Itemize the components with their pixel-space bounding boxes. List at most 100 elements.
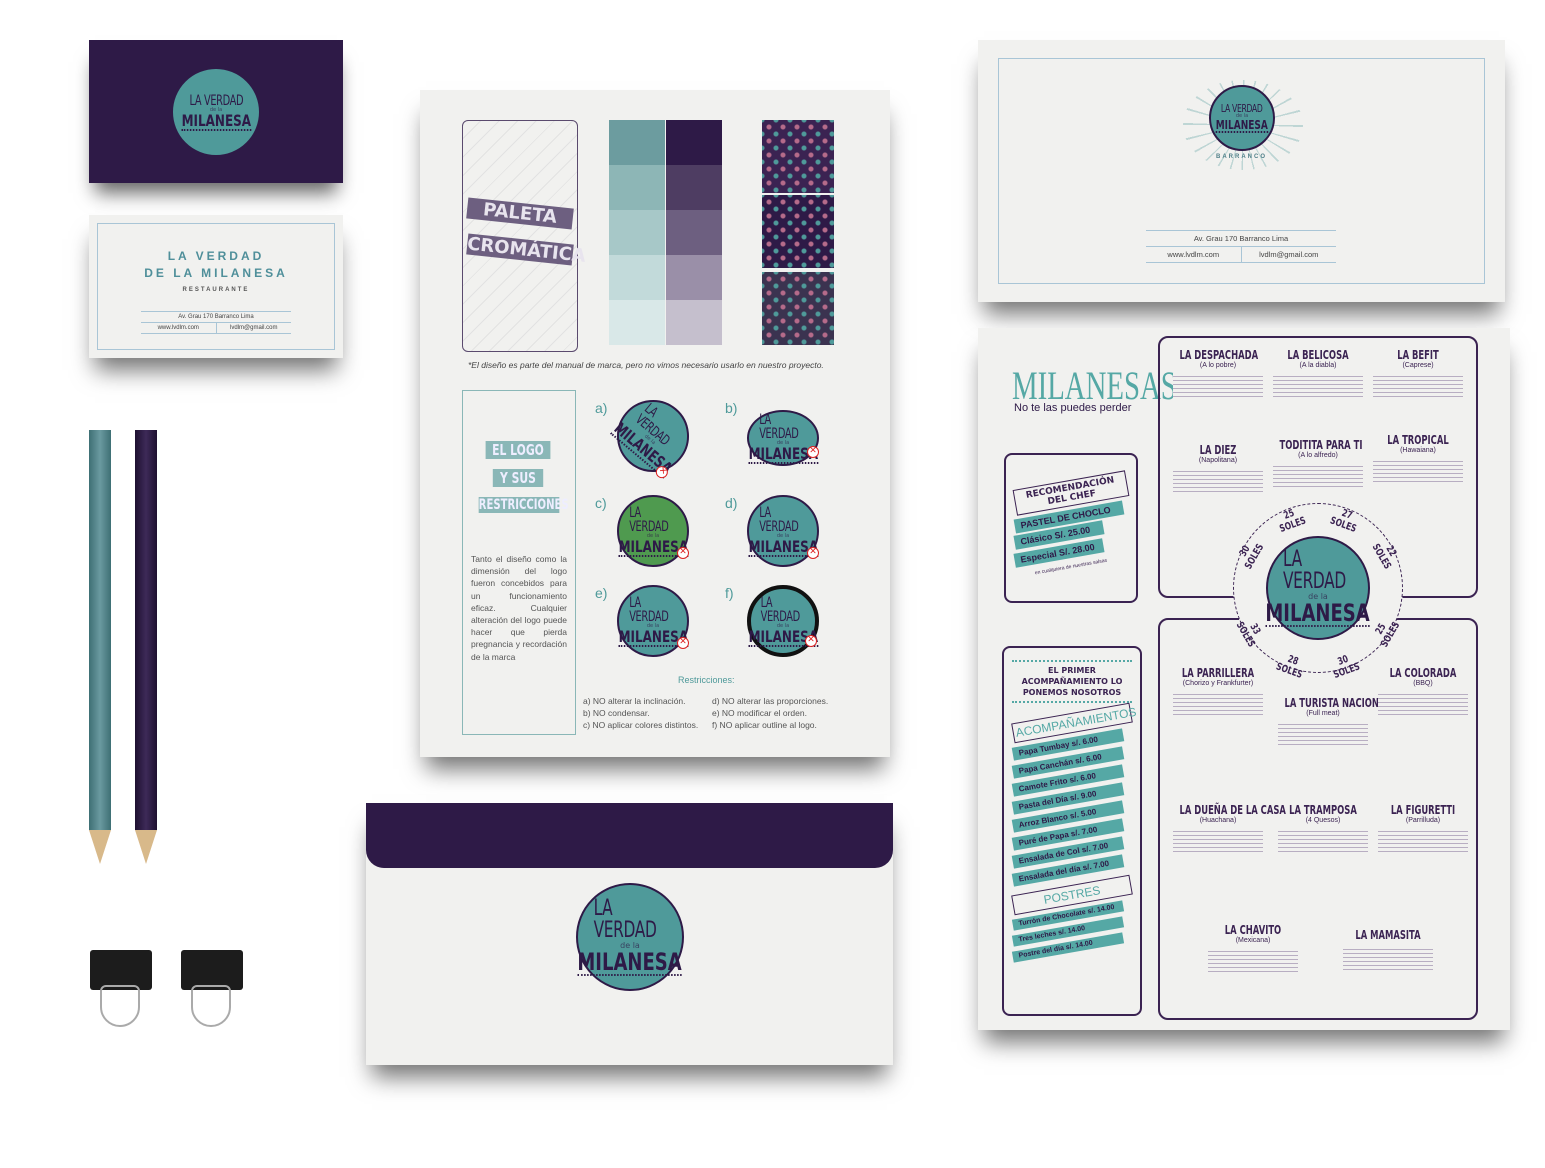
menu-item-description bbox=[1378, 691, 1468, 717]
menu-item-name: LA TRAMPOSA bbox=[1289, 803, 1357, 817]
menu-item: LA TROPICAL (Hawaiana) bbox=[1363, 433, 1473, 484]
menu-item-description bbox=[1208, 948, 1298, 974]
brand-manual-sheet: PALETA CROMÁTICA *El diseño es parte del… bbox=[420, 90, 890, 757]
menu-item-name: LA BELICOSA bbox=[1287, 348, 1349, 362]
pattern-swatch bbox=[762, 120, 834, 193]
logo: LA VERDAD de la MILANESA bbox=[171, 67, 261, 157]
menu-item: TODITITA PARA TI (A lo alfredo) bbox=[1263, 438, 1373, 489]
chef-box: RECOMENDACIÓN DEL CHEF PASTEL DE CHOCLO … bbox=[1004, 453, 1138, 603]
menu-item-subtitle: (Mexicana) bbox=[1235, 937, 1271, 944]
variant-label: d) bbox=[725, 495, 738, 511]
error-x-icon: ✕ bbox=[807, 446, 819, 458]
menu-item-description bbox=[1173, 691, 1263, 717]
pencil-tip bbox=[89, 830, 111, 864]
letterhead-email: lvdlm@gmail.com bbox=[1259, 250, 1319, 259]
palette-swatch-purple bbox=[666, 120, 722, 165]
error-x-icon: ✕ bbox=[677, 637, 689, 649]
logo-variant: LA VERDAD de la MILANESA ✕ bbox=[747, 410, 819, 466]
menu-item: LA CHAVITO (Mexicana) bbox=[1183, 923, 1323, 974]
palette-swatch-purple bbox=[666, 255, 722, 300]
menu-item-name: LA MAMASITA bbox=[1355, 928, 1421, 942]
menu-item-description bbox=[1273, 373, 1363, 399]
menu-item-subtitle: (Huachana) bbox=[1199, 817, 1237, 824]
menu-item: LA COLORADA (BBQ) bbox=[1368, 666, 1478, 717]
restriction-a: a) NO alterar la inclinación. bbox=[583, 696, 686, 706]
menu-item-subtitle: (Full meat) bbox=[1306, 710, 1340, 717]
logo-line1: LA VERDAD bbox=[1283, 547, 1346, 594]
menu-item-subtitle: (Chorizo y Frankfurter) bbox=[1182, 680, 1254, 687]
menu-item-description bbox=[1373, 373, 1463, 399]
palette-swatch-teal bbox=[609, 255, 665, 300]
palette-swatch-purple bbox=[666, 300, 722, 345]
card-subtitle: RESTAURANTE bbox=[182, 287, 250, 293]
menu-item: LA DUEÑA DE LA CASA (Huachana) bbox=[1163, 803, 1286, 854]
footnote: *El diseño es parte del manual de marca,… bbox=[468, 360, 824, 370]
logo: LA VERDAD de la MILANESA bbox=[1265, 536, 1371, 640]
letterhead: LA VERDAD de la MILANESA BARRANCO Av. Grau… bbox=[978, 40, 1505, 302]
logo-variant: LA VERDAD de la MILANESA ✕ bbox=[602, 385, 704, 487]
menu-item-name: LA DUEÑA DE LA CASA bbox=[1179, 803, 1286, 817]
logo: LA VERDAD de la MILANESA bbox=[1209, 85, 1275, 151]
logo-line3: MILANESA bbox=[1265, 599, 1371, 627]
pattern-swatch bbox=[762, 272, 834, 345]
palette-swatch-teal bbox=[609, 120, 665, 165]
pattern-swatch bbox=[762, 195, 834, 268]
logo-variant: LA VERDAD de la MILANESA ✕ bbox=[747, 585, 819, 657]
menu-item-name: LA TURISTA NACIONAL bbox=[1284, 696, 1391, 710]
palette-swatch-purple bbox=[666, 165, 722, 210]
menu-item-name: LA TROPICAL bbox=[1387, 433, 1449, 447]
logo-variant: LA VERDAD de la MILANESA ✕ bbox=[617, 495, 689, 567]
menu-item-subtitle: (Caprese) bbox=[1402, 362, 1434, 369]
logo-title-1: EL LOGO bbox=[485, 441, 551, 459]
menu-item-name: LA BEFIT bbox=[1397, 348, 1439, 362]
error-x-icon: ✕ bbox=[677, 547, 689, 559]
logo-line1: LA VERDAD bbox=[760, 594, 801, 625]
palette-swatch-teal bbox=[609, 210, 665, 255]
envelope: LA VERDAD de la MILANESA bbox=[366, 803, 893, 1065]
palette-swatch-teal bbox=[609, 300, 665, 345]
logo-rules-frame: EL LOGO Y SUS RESTRICCIONES Tanto el dis… bbox=[462, 390, 576, 735]
logo-line3: MILANESA bbox=[1215, 118, 1269, 133]
menu-item-description bbox=[1343, 946, 1433, 972]
restriction-d: d) NO alterar las proporciones. bbox=[712, 696, 829, 706]
pencil-tip bbox=[135, 830, 157, 864]
logo-line3: MILANESA bbox=[181, 110, 251, 131]
logo-line1: LA VERDAD bbox=[759, 504, 799, 535]
menu-item-subtitle: (4 Quesos) bbox=[1305, 817, 1341, 824]
palette-swatch-teal bbox=[609, 165, 665, 210]
business-card-front: LA VERDAD de la MILANESA bbox=[89, 40, 343, 183]
envelope-flap bbox=[366, 803, 893, 868]
menu-item-subtitle: (Parrilluda) bbox=[1405, 817, 1441, 824]
menu-item: LA BELICOSA (A la diabla) bbox=[1263, 348, 1373, 399]
card-address: Av. Grau 170 Barranco Lima bbox=[141, 312, 291, 323]
menu-item-name: LA DESPACHADA bbox=[1179, 348, 1259, 362]
logo-description: Tanto el diseño como la dimensión del lo… bbox=[471, 554, 567, 662]
card-web: www.lvdlm.com bbox=[141, 323, 217, 333]
menu-item: LA MAMASITA bbox=[1318, 928, 1458, 972]
variant-label: a) bbox=[595, 400, 608, 416]
restriction-c: c) NO aplicar colores distintos. bbox=[583, 720, 699, 730]
menu-item-description bbox=[1278, 828, 1368, 854]
restrictions-title: Restricciones: bbox=[678, 675, 735, 685]
pencil-purple bbox=[135, 430, 157, 830]
menu-item: LA PARRILLERA (Chorizo y Frankfurter) bbox=[1163, 666, 1273, 717]
menu-item-subtitle: (A la diabla) bbox=[1299, 362, 1337, 369]
logo-line1: LA VERDAD bbox=[593, 896, 657, 943]
palette-frame: PALETA CROMÁTICA bbox=[462, 120, 587, 352]
variant-label: e) bbox=[595, 585, 608, 601]
menu-tagline: No te las puedes perder bbox=[1014, 402, 1132, 414]
restriction-f: f) NO aplicar outline al logo. bbox=[712, 720, 817, 730]
menu-item-subtitle: (Hawaiana) bbox=[1400, 447, 1436, 454]
menu-item-description bbox=[1278, 721, 1368, 747]
binder-clip bbox=[90, 950, 152, 990]
letterhead-location: BARRANCO bbox=[1216, 154, 1267, 160]
logo-title-3: RESTRICCIONES bbox=[478, 497, 569, 513]
logo-line3: MILANESA bbox=[577, 948, 683, 976]
menu-item-description bbox=[1373, 458, 1463, 484]
variant-label: c) bbox=[595, 495, 607, 511]
card-title-1: LA VERDAD bbox=[167, 249, 265, 263]
logo-line1: LA VERDAD bbox=[629, 594, 669, 625]
logo-variant: LA VERDAD de la MILANESA ✕ bbox=[617, 585, 689, 657]
menu-item-subtitle: (A lo alfredo) bbox=[1298, 452, 1338, 459]
menu-item-description bbox=[1273, 463, 1363, 489]
